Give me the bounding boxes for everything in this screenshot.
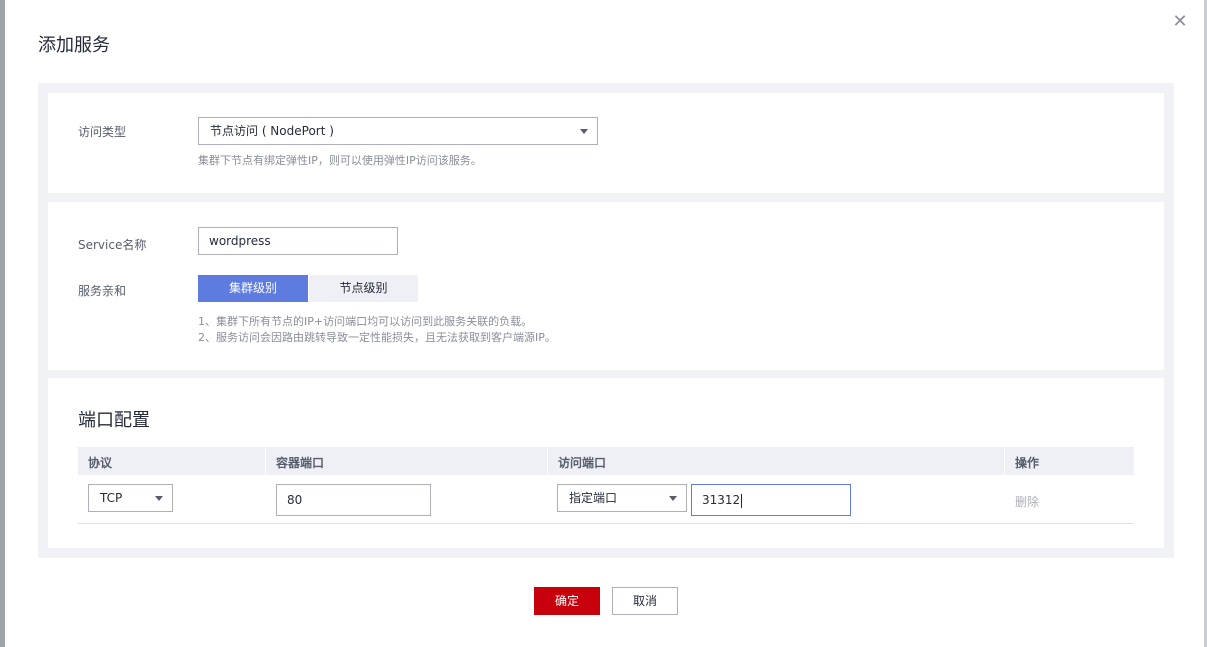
access-type-card: 访问类型 节点访问 ( NodePort ) 集群下节点有绑定弹性IP，则可以使… [48,93,1164,193]
access-type-label: 访问类型 [78,125,127,139]
affinity-cluster-button[interactable]: 集群级别 [198,275,308,302]
cancel-button[interactable]: 取消 [612,587,678,615]
close-icon[interactable]: ✕ [1172,13,1188,31]
port-config-title: 端口配置 [78,410,150,431]
service-name-label: Service名称 [78,238,147,252]
form-panel: 访问类型 节点访问 ( NodePort ) 集群下节点有绑定弹性IP，则可以使… [38,83,1174,558]
access-type-value: 节点访问 ( NodePort ) [210,124,334,138]
port-table-header: 协议 容器端口 访问端口 操作 [78,447,1134,475]
protocol-select[interactable]: TCP [88,484,173,512]
header-divider [547,447,548,475]
access-port-mode-select[interactable]: 指定端口 [557,484,687,512]
header-protocol: 协议 [88,456,113,470]
access-port-mode-value: 指定端口 [569,491,618,505]
confirm-button[interactable]: 确定 [534,587,600,615]
container-port-value: 80 [287,493,303,507]
protocol-value: TCP [100,491,123,505]
access-type-select[interactable]: 节点访问 ( NodePort ) [198,117,598,145]
text-cursor [741,493,743,508]
port-config-card: 端口配置 协议 容器端口 访问端口 操作 TCP 80 指定端口 31312 删… [48,378,1164,548]
chevron-down-icon [669,496,677,501]
header-container-port: 容器端口 [276,456,325,470]
affinity-hint-1: 1、集群下所有节点的IP+访问端口均可以访问到此服务关联的负载。 [198,315,533,328]
service-name-value: wordpress [209,234,271,248]
service-name-input[interactable]: wordpress [198,227,398,255]
service-affinity-label: 服务亲和 [78,284,127,298]
container-port-input[interactable]: 80 [276,484,431,516]
affinity-hint-2: 2、服务访问会因路由跳转导致一定性能损失，且无法获取到客户端源IP。 [198,331,556,344]
row-divider [78,523,1134,524]
access-port-input[interactable]: 31312 [691,484,851,516]
access-port-value: 31312 [702,493,741,507]
backdrop-left-edge [0,0,5,647]
service-config-card: Service名称 wordpress 服务亲和 集群级别 节点级别 1、集群下… [48,202,1164,370]
header-action: 操作 [1015,456,1040,470]
header-divider [1004,447,1005,475]
chevron-down-icon [580,129,588,134]
header-divider [265,447,266,475]
header-access-port: 访问端口 [558,456,607,470]
delete-row-link[interactable]: 删除 [1015,493,1039,510]
dialog-title: 添加服务 [38,35,110,56]
affinity-node-button[interactable]: 节点级别 [309,275,418,302]
access-type-hint: 集群下节点有绑定弹性IP，则可以使用弹性IP访问该服务。 [198,154,482,167]
chevron-down-icon [155,496,163,501]
